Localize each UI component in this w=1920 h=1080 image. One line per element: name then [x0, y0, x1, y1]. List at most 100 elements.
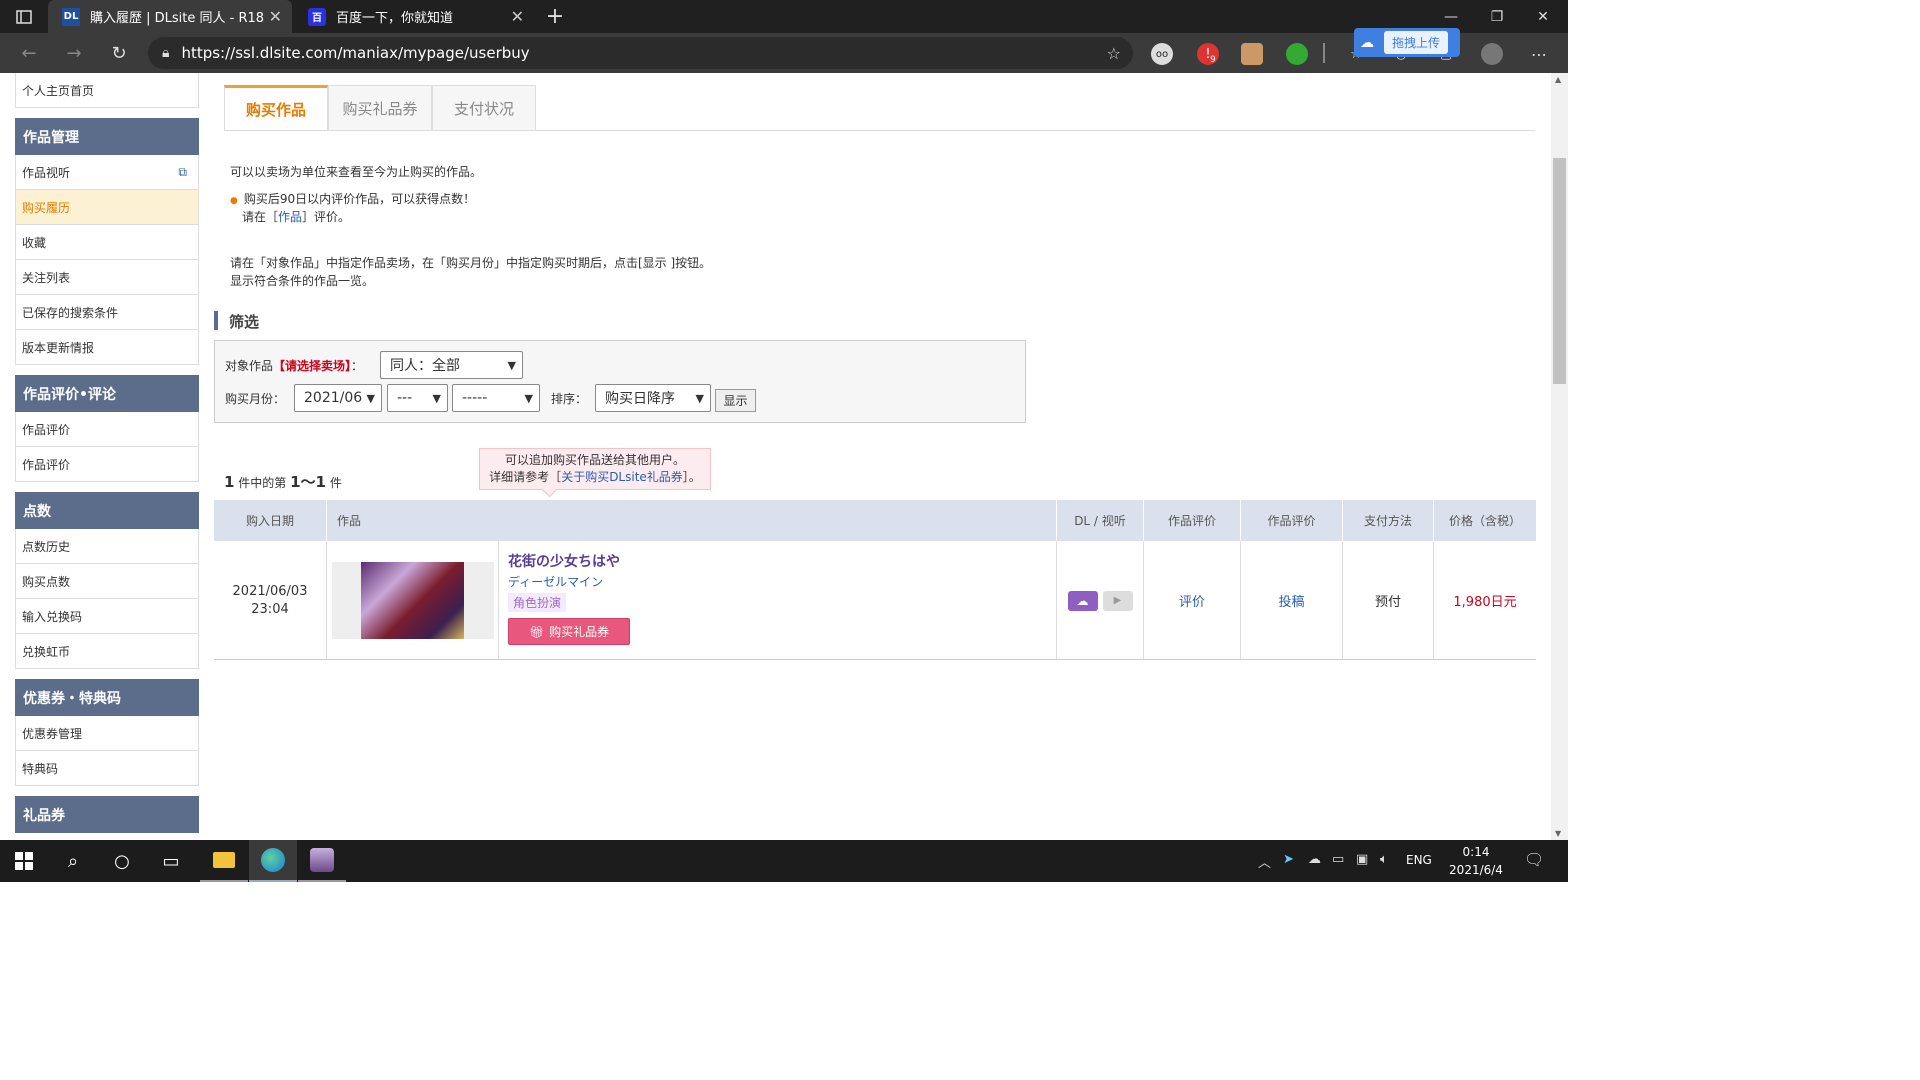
scrollbar-thumb[interactable] [1553, 158, 1566, 384]
network-icon[interactable]: ▣ [1356, 852, 1368, 867]
scroll-down-icon[interactable]: ▼ [1555, 829, 1561, 838]
task-view-icon[interactable]: ▭ [147, 840, 195, 882]
extension-green-icon[interactable] [1286, 43, 1308, 65]
instructions-text: 请在「对象作品」中指定作品卖场，在「购买月份」中指定购买时期后，点击[显示 ]按… [230, 256, 712, 270]
col-price: 价格（含税） [1433, 500, 1536, 541]
filter-heading: 筛选 [229, 313, 260, 331]
refresh-icon[interactable]: ↻ [107, 41, 131, 65]
filter-panel: 对象作品【请选择卖场】： 同人：全部 ▼ 购买月份： 2021/06 ▼ --- ▼ … [214, 340, 1026, 423]
intro-review-line: 请在［作品］评价。 [242, 208, 350, 226]
sort-select[interactable]: 购买日降序 ▼ [595, 384, 711, 412]
app-icon[interactable] [298, 840, 346, 882]
tray-cloud-icon[interactable]: ☁ [1308, 852, 1321, 867]
tab-payment-status[interactable]: 支付状况 [432, 85, 536, 131]
forward-icon[interactable]: → [62, 41, 86, 65]
sidebar-item-bonus-code[interactable]: 特典码 [15, 751, 199, 786]
circle-name[interactable]: ディーゼルマイン [508, 573, 603, 590]
sidebar-item-updates[interactable]: 版本更新情报 [15, 330, 199, 365]
show-button[interactable]: 显示 [715, 389, 756, 412]
file-explorer-icon[interactable] [200, 840, 248, 882]
table-row: 2021/06/03 23:04 花街の少女ちはや ディーゼルマイン 角色扮演 [214, 541, 1536, 660]
sidebar-item-view[interactable]: 作品视听 ⧉ [15, 155, 199, 190]
extension-orange-icon[interactable] [1241, 43, 1263, 65]
tab-bar: DL 購入履歴 | DLsite 同人 - R18 ✕ 百 百度一下，你就知道 … [0, 0, 1568, 33]
edge-icon[interactable] [249, 840, 297, 882]
clock[interactable]: 0:14 2021/6/4 [1446, 843, 1506, 879]
result-total: 1 [224, 473, 235, 491]
sidebar-item-favorites[interactable]: 收藏 [15, 225, 199, 260]
new-tab-icon[interactable]: + [540, 0, 570, 33]
tray-chevron-icon[interactable]: ︿ [1258, 852, 1271, 871]
year-month-select[interactable]: 2021/06 ▼ [294, 384, 382, 412]
tampermonkey-icon[interactable]: oo [1151, 43, 1173, 65]
sidebar-item-home[interactable]: 个人主页首页 [15, 73, 199, 108]
close-window-icon[interactable]: ✕ [1520, 0, 1566, 33]
sidebar-item-saved-search[interactable]: 已保存的搜索条件 [15, 295, 199, 330]
genre-tag[interactable]: 角色扮演 [508, 593, 567, 612]
col-payment: 支付方法 [1342, 500, 1433, 541]
close-icon[interactable]: ✕ [511, 7, 524, 26]
sidebar-item-review[interactable]: 作品评价 [15, 412, 199, 447]
result-pre: 件中的第 [238, 476, 287, 490]
target-select[interactable]: 同人：全部 ▼ [380, 351, 523, 379]
intro-bullet: ● 购买后90日以内评价作品，可以获得点数！ [230, 190, 475, 210]
sidebar-item-follow-list[interactable]: 关注列表 [15, 260, 199, 295]
col-review: 作品评价 [1240, 500, 1342, 541]
tab-actions-icon[interactable] [10, 0, 38, 33]
start-icon[interactable] [0, 840, 48, 882]
select-value: 2021/06 [304, 390, 363, 406]
review-link[interactable]: 评价 [1143, 541, 1240, 660]
tray-app-icon[interactable]: ➤ [1283, 852, 1294, 867]
sidebar-item-buy-points[interactable]: 购买点数 [15, 564, 199, 599]
back-icon[interactable]: ← [17, 41, 41, 65]
notification-icon[interactable]: 🗨︎ [1524, 850, 1544, 869]
sidebar-item-point-history[interactable]: 点数历史 [15, 529, 199, 564]
buy-gift-button[interactable]: 🎁︎ 购买礼品券 [508, 618, 630, 645]
work-title[interactable]: 花街の少女ちはや [508, 551, 620, 571]
clock-time: 0:14 [1462, 845, 1490, 859]
volume-icon[interactable]: 🔈︎ [1380, 852, 1388, 867]
scroll-up-icon[interactable]: ▲ [1555, 75, 1561, 84]
app-logo [310, 848, 334, 872]
sidebar-item-review[interactable]: 作品评价 [15, 447, 199, 482]
gift-info-link[interactable]: 关于购买DLsite礼品券 [561, 470, 683, 484]
sidebar-item-redeem-code[interactable]: 输入兑换码 [15, 599, 199, 634]
url-text: https://ssl.dlsite.com/maniax/mypage/use… [181, 44, 530, 62]
works-link[interactable]: 作品 [278, 210, 302, 224]
cell-dl: ☁ ▶ [1056, 541, 1143, 660]
instructions-text: 显示符合条件的作品一览。 [230, 274, 375, 288]
search-icon[interactable]: ⌕ [49, 840, 97, 882]
bullet-icon: ● [230, 196, 238, 206]
scrollbar[interactable]: ▲ ▼ [1551, 73, 1568, 840]
download-icon[interactable]: ☁ [1067, 590, 1098, 611]
tab-gift-cards[interactable]: 购买礼品券 [328, 85, 432, 131]
cell-work-info: 花街の少女ちはや ディーゼルマイン 角色扮演 🎁︎ 购买礼品券 [498, 541, 1056, 660]
post-review-link[interactable]: 投稿 [1240, 541, 1342, 660]
tab-dlsite[interactable]: DL 購入履歴 | DLsite 同人 - R18 ✕ [48, 0, 292, 33]
sidebar-item-exchange-coins[interactable]: 兑换虹币 [15, 634, 199, 669]
filter-target-label: 对象作品【请选择卖场】： [225, 357, 363, 375]
tab-purchased-works[interactable]: 购买作品 [224, 85, 328, 131]
url-field[interactable]: 🔒︎ https://ssl.dlsite.com/maniax/mypage/… [148, 37, 1133, 69]
address-bar: ← → ↻ 🔒︎ https://ssl.dlsite.com/maniax/m… [0, 28, 1568, 73]
colon-text: ： [351, 359, 364, 373]
sidebar-section-title: 礼品券 [15, 796, 199, 833]
close-icon[interactable]: ✕ [269, 7, 282, 26]
clock-date: 2021/6/4 [1449, 863, 1503, 877]
sidebar-item-coupons[interactable]: 优惠券管理 [15, 716, 199, 751]
cortana-icon[interactable]: ○ [98, 840, 146, 882]
profile-avatar[interactable] [1481, 43, 1503, 65]
favorite-add-icon[interactable]: ☆ [1107, 44, 1121, 63]
baidu-upload-widget[interactable]: ☁ 拖拽上传 [1354, 28, 1460, 57]
taskbar: ⌕ ○ ▭ ︿ ➤ ☁ ▭ ▣ 🔈︎ ENG 0:14 2021/6/4 🗨︎ [0, 840, 1568, 882]
more-icon[interactable]: ⋯ [1528, 43, 1550, 65]
extra-select[interactable]: ----- ▼ [452, 384, 540, 412]
play-icon[interactable]: ▶ [1102, 590, 1133, 611]
battery-icon[interactable]: ▭ [1332, 852, 1344, 867]
tab-baidu[interactable]: 百 百度一下，你就知道 ✕ [294, 0, 534, 33]
input-language[interactable]: ENG [1406, 853, 1432, 867]
day-select[interactable]: --- ▼ [387, 384, 448, 412]
restore-icon[interactable]: ❐ [1474, 0, 1520, 33]
work-thumbnail[interactable] [361, 562, 464, 639]
sidebar-item-purchase-history[interactable]: 购买履历 [15, 190, 199, 225]
